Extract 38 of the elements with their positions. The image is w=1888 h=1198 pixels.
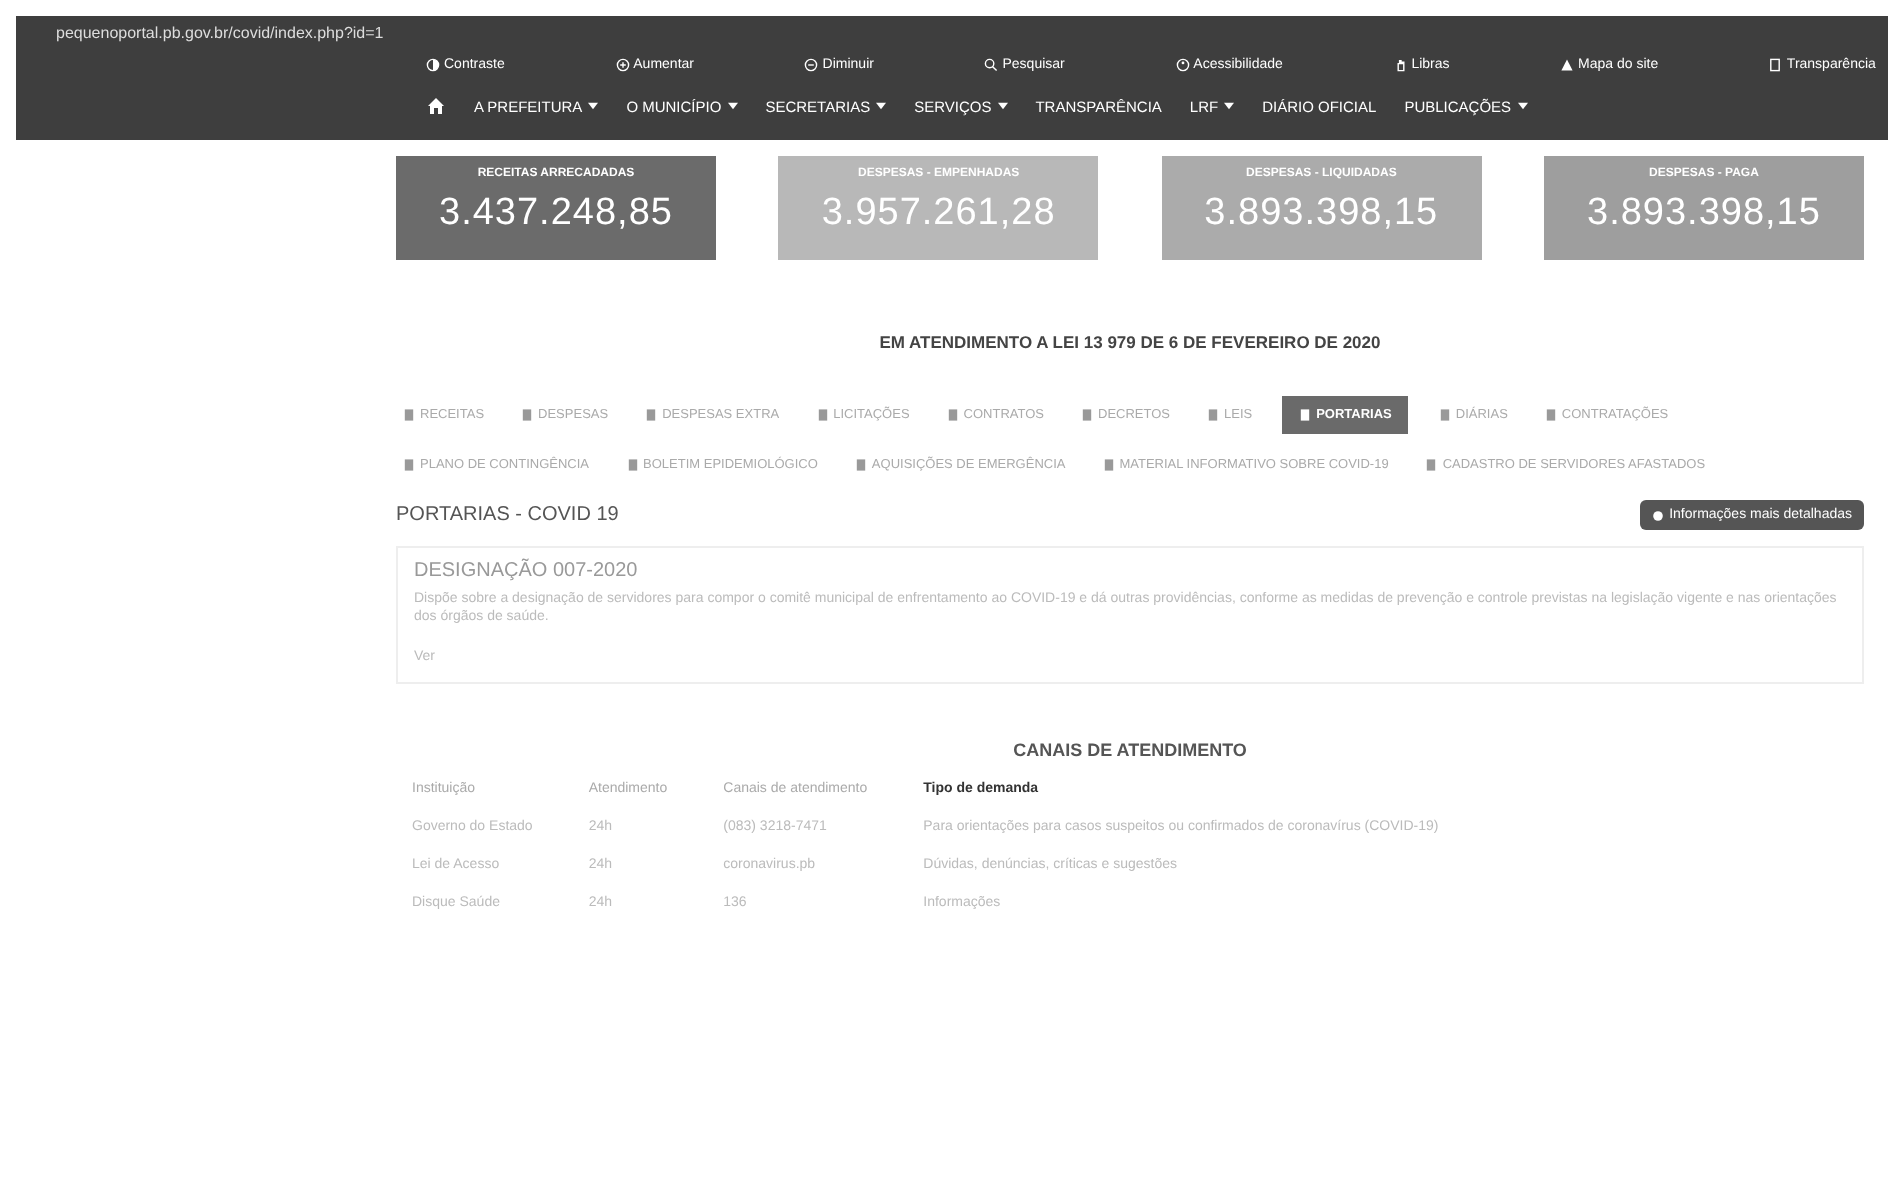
url-text[interactable]: pequenoportal.pb.gov.br/covid/index.php?id=1 [16, 24, 1888, 50]
card-value: 3.893.398,15 [1585, 192, 1823, 236]
caret-icon [1517, 102, 1528, 110]
document-icon [1206, 408, 1220, 422]
minus-icon [804, 58, 819, 72]
contrast-icon [426, 58, 440, 72]
home-icon[interactable] [426, 96, 446, 116]
document-icon [1424, 458, 1439, 472]
card-value: 3.437.248,85 [437, 192, 675, 236]
document-icon [520, 408, 535, 422]
document-icon [1298, 408, 1313, 422]
document-icon [1080, 408, 1094, 422]
law-heading: EM ATENDIMENTO A LEI 13 979 DE 6 DE FEVEREIRO DE 2020 [877, 332, 1383, 352]
document-icon [815, 408, 830, 422]
document-icon [853, 458, 868, 472]
caret-icon [1224, 102, 1235, 110]
channels-heading: CANAIS DE ATENDIMENTO [1011, 740, 1249, 761]
document-icon [945, 408, 960, 422]
ordinance-title: DESIGNAÇÃO 007-2020 [414, 560, 640, 582]
card-value: 3.893.398,15 [1202, 192, 1441, 236]
caret-icon [876, 102, 887, 110]
caret-icon [997, 102, 1008, 110]
document-icon [625, 458, 640, 472]
document-icon [402, 458, 416, 472]
document-icon [1768, 58, 1783, 72]
plus-icon [615, 58, 630, 72]
document-icon [1437, 408, 1452, 422]
caret-icon [588, 102, 599, 110]
search-icon [984, 58, 999, 72]
card-value: 3.957.261,28 [819, 192, 1058, 236]
document-icon [1543, 408, 1558, 422]
document-icon [644, 408, 659, 422]
document-icon [402, 408, 416, 422]
info-icon [1651, 509, 1664, 521]
document-icon [1101, 458, 1116, 472]
section-title: PORTARIAS - COVID 19 [396, 504, 619, 526]
person-icon [1175, 58, 1190, 72]
caret-icon [727, 102, 738, 110]
